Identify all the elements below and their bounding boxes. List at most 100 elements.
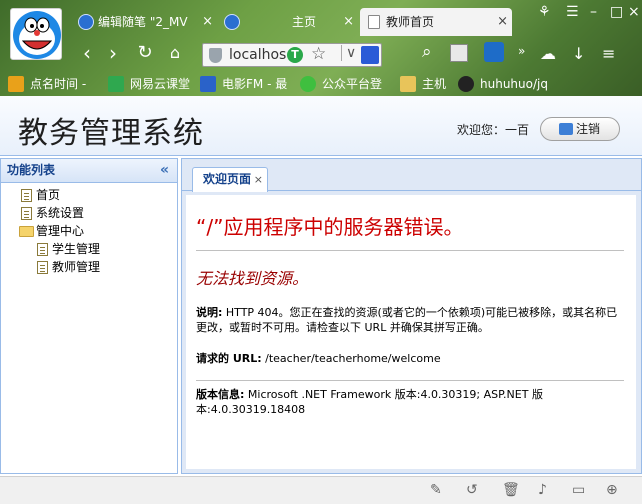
fm-icon (200, 76, 216, 92)
sidebar-title: 功能列表 (7, 163, 56, 177)
menu-icon[interactable]: ☰ (566, 4, 579, 20)
tab-label: 欢迎页面 (203, 172, 252, 186)
bookmark-label: 公众平台登 (322, 77, 383, 91)
tree-item-label: 管理中心 (36, 224, 85, 238)
back-icon[interactable]: ‹ (76, 42, 98, 64)
page-icon (368, 15, 380, 29)
address-url[interactable]: localhos (229, 47, 286, 63)
logout-label: 注销 (575, 122, 600, 136)
bookmark-item[interactable]: 电影FM - 最 (200, 75, 287, 93)
refresh-icon[interactable]: ↺ (466, 482, 478, 498)
logout-button[interactable]: 注销 (540, 117, 620, 141)
status-bar: ✎ ↺ 🗑 ♪ ▭ ⊕ (0, 476, 642, 504)
translate-icon[interactable]: T (287, 47, 303, 63)
page: 教务管理系统 欢迎您：一百 注销 功能列表 « 首页 系统设置 管理中心 学生管… (0, 96, 642, 476)
zoom-icon[interactable]: ⊕ (606, 482, 618, 498)
bookmark-label: huhuhuo/jq (480, 77, 548, 91)
site-icon (224, 14, 240, 30)
welcome-text: 欢迎您：一百 (457, 123, 530, 137)
bookmarks-bar: 点名时间 - 网易云课堂 电影FM - 最 公众平台登 主机 huhuhuo/j… (0, 70, 642, 96)
netease-icon (108, 76, 124, 92)
cloud-icon[interactable]: ☁ (540, 44, 556, 63)
bookmark-item[interactable]: huhuhuo/jq (458, 75, 548, 93)
file-icon (21, 189, 32, 202)
shield-icon (209, 48, 222, 63)
home-icon[interactable]: ⌂ (164, 42, 186, 64)
logout-icon (559, 123, 573, 135)
shirt-icon[interactable]: ⚘ (538, 4, 551, 20)
version-label: 版本信息: (196, 388, 245, 401)
bookmark-item[interactable]: 网易云课堂 (108, 75, 190, 93)
folder-open-icon (19, 226, 34, 237)
trash-icon[interactable]: 🗑 (502, 482, 520, 498)
tree-item-home[interactable]: 首页 (1, 186, 177, 204)
github-icon (458, 76, 474, 92)
url-label: 请求的 URL: (196, 352, 262, 365)
browser-tab-teacher-home[interactable]: 教师首页 × (360, 8, 512, 36)
address-bar[interactable]: localhos T ☆ ∨ (202, 43, 382, 67)
bookmark-label: 主机 (422, 77, 447, 91)
browser-tab-home[interactable]: 主页 × (218, 8, 358, 36)
tree-item-label: 学生管理 (52, 242, 101, 256)
points-icon (8, 76, 24, 92)
file-icon (21, 207, 32, 220)
tab-label: 主页 (292, 15, 317, 29)
collapse-icon[interactable]: « (160, 159, 169, 182)
function-tree: 首页 系统设置 管理中心 学生管理 教师管理 (1, 183, 177, 276)
bookmark-item[interactable]: 公众平台登 (300, 75, 382, 93)
maximize-icon[interactable]: □ (610, 4, 623, 20)
extension-icon[interactable] (484, 42, 504, 62)
download-icon[interactable]: ↓ (572, 44, 585, 63)
tree-item-label: 系统设置 (36, 206, 85, 220)
close-icon[interactable]: × (202, 8, 213, 36)
error-subtitle: 无法找到资源。 (196, 269, 309, 288)
nav-toolbar: ‹ › ↻ ⌂ localhos T ☆ ∨ ⌕ » ☁ ↓ ≡ (72, 38, 642, 70)
tab-label: 教师首页 (386, 15, 435, 29)
close-icon[interactable]: × (343, 8, 354, 36)
description-text: HTTP 404。您正在查找的资源(或者它的一个依赖项)可能已被移除，或其名称已… (196, 306, 618, 334)
sidebar-header: 功能列表 « (1, 159, 177, 183)
forward-icon[interactable]: › (102, 42, 124, 64)
minimize-icon[interactable]: – (590, 4, 597, 20)
tab-label: 编辑随笔 "2_MV (98, 15, 188, 29)
star-icon[interactable]: ☆ (311, 44, 326, 64)
search-icon[interactable]: ⌕ (422, 42, 432, 62)
extension-icon[interactable] (450, 44, 468, 62)
pin-icon[interactable]: ✎ (430, 482, 442, 498)
bookmark-item[interactable]: 点名时间 - (8, 75, 86, 93)
baidu-icon[interactable] (361, 46, 379, 64)
chevron-down-icon[interactable]: ∨ (341, 45, 356, 61)
menu-icon[interactable]: ≡ (602, 44, 615, 63)
bookmark-item[interactable]: 主机 (400, 75, 446, 93)
description-label: 说明: (196, 306, 223, 319)
tree-item-label: 首页 (36, 188, 61, 202)
browser-tab-edit[interactable]: 编辑随笔 "2_MV × (72, 8, 217, 36)
close-icon[interactable]: × (497, 8, 508, 36)
tree-item-settings[interactable]: 系统设置 (1, 204, 177, 222)
window-icon[interactable]: ▭ (572, 482, 585, 498)
file-icon (37, 243, 48, 256)
app-title: 教务管理系统 (18, 116, 204, 151)
sidebar: 功能列表 « 首页 系统设置 管理中心 学生管理 教师管理 (0, 158, 178, 474)
reload-icon[interactable]: ↻ (134, 42, 156, 64)
tab-welcome[interactable]: 欢迎页面 × (192, 167, 269, 192)
user-avatar[interactable] (10, 8, 62, 60)
bookmark-label: 点名时间 - (30, 77, 87, 91)
folder-icon (400, 76, 416, 92)
bookmark-label: 网易云课堂 (130, 77, 191, 91)
bookmark-label: 电影FM - 最 (222, 77, 288, 91)
sound-icon[interactable]: ♪ (538, 482, 547, 498)
tree-item-teachers[interactable]: 教师管理 (1, 258, 177, 276)
app-header: 教务管理系统 欢迎您：一百 注销 (0, 96, 642, 156)
tree-item-students[interactable]: 学生管理 (1, 240, 177, 258)
overflow-icon[interactable]: » (518, 44, 525, 58)
error-title: “/”应用程序中的服务器错误。 (196, 211, 624, 251)
close-window-icon[interactable]: × (628, 4, 640, 20)
divider (196, 380, 624, 381)
close-icon[interactable]: × (254, 168, 263, 191)
tab-strip: 欢迎页面 × (182, 159, 641, 192)
error-description: 说明: HTTP 404。您正在查找的资源(或者它的一个依赖项)可能已被移除，或… (196, 305, 624, 335)
wechat-icon (300, 76, 316, 92)
site-icon (78, 14, 94, 30)
tree-item-management[interactable]: 管理中心 (1, 222, 177, 240)
